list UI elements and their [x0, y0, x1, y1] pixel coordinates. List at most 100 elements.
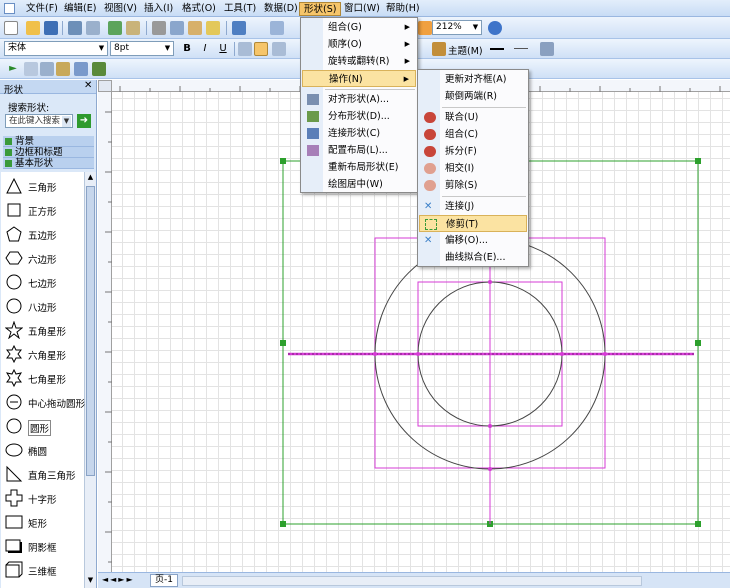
shape-item-heptagon[interactable]: 七边形 — [0, 270, 84, 294]
menu-help[interactable]: 帮助(H) — [382, 2, 424, 16]
shape-item-cross[interactable]: 十字形 — [0, 486, 84, 510]
stencil-background[interactable]: 背景 — [3, 136, 94, 147]
menu-item-offset[interactable]: ✕ 偏移(O)... — [419, 232, 527, 249]
spelling-icon[interactable] — [108, 21, 122, 35]
research-icon[interactable] — [126, 21, 140, 35]
menu-item-order[interactable]: 顺序(O) ▶ — [302, 36, 416, 53]
italic-icon[interactable]: I — [198, 42, 212, 56]
bold-icon[interactable]: B — [180, 42, 194, 56]
menu-item-operations[interactable]: 操作(N) ▶ — [302, 70, 416, 87]
align-right-icon[interactable] — [272, 42, 286, 56]
connector-tool-icon[interactable] — [40, 62, 54, 76]
shape-item-shadow-box[interactable]: 阴影框 — [0, 534, 84, 558]
ellipse-icon — [5, 443, 23, 457]
menu-item-reverse-ends[interactable]: 颠倒两端(R) — [419, 88, 527, 105]
stencil-basic-shapes[interactable]: 基本形状 — [3, 158, 94, 169]
align-left-icon[interactable] — [238, 42, 252, 56]
shape-item-seven-point-star[interactable]: 七角星形 — [0, 366, 84, 390]
search-go-icon[interactable]: ➜ — [77, 114, 91, 128]
menu-format[interactable]: 格式(O) — [178, 2, 220, 16]
menu-insert[interactable]: 插入(I) — [140, 2, 177, 16]
menu-item-configure-layout[interactable]: 配置布局(L)... — [302, 142, 416, 159]
app-icon[interactable] — [4, 3, 15, 14]
menu-file[interactable]: 文件(F) — [22, 2, 62, 16]
menu-item-update-alignment-box[interactable]: 更新对齐框(A) — [419, 71, 527, 88]
menu-item-fit-curve[interactable]: 曲线拟合(E)... — [419, 249, 527, 266]
undo-icon[interactable] — [232, 21, 246, 35]
shape-item-center-drag-circle[interactable]: 中心拖动圆形 — [0, 390, 85, 414]
menu-window[interactable]: 窗口(W) — [340, 2, 384, 16]
underline-icon[interactable]: U — [216, 42, 230, 56]
page-tab[interactable]: 页-1 — [150, 574, 178, 587]
save-icon[interactable] — [44, 21, 58, 35]
zoom-combo[interactable]: 212% ▼ — [432, 20, 482, 35]
close-icon[interactable]: ✕ — [84, 80, 92, 91]
shape-item-octagon[interactable]: 八边形 — [0, 294, 84, 318]
shape-item-right-triangle[interactable]: 直角三角形 — [0, 462, 84, 486]
shape-item-hexagon[interactable]: 六边形 — [0, 246, 84, 270]
cut-icon[interactable] — [152, 21, 166, 35]
new-icon[interactable] — [4, 21, 18, 35]
pencil-tool-icon[interactable] — [92, 62, 106, 76]
shape-item-six-point-star[interactable]: 六角星形 — [0, 342, 84, 366]
align-center-icon[interactable] — [254, 42, 268, 56]
menu-data[interactable]: 数据(D) — [260, 2, 302, 16]
menu-item-align-shapes[interactable]: 对齐形状(A)... — [302, 91, 416, 108]
menu-item-combine[interactable]: 组合(C) — [419, 126, 527, 143]
print-preview-icon[interactable] — [86, 21, 100, 35]
paste-icon[interactable] — [188, 21, 202, 35]
scroll-thumb[interactable] — [86, 186, 95, 476]
scroll-up-icon[interactable]: ▲ — [86, 173, 95, 183]
shape-item-circle[interactable]: 圆形 — [0, 414, 84, 438]
theme-icon[interactable] — [432, 42, 446, 56]
menu-view[interactable]: 视图(V) — [100, 2, 141, 16]
stamp-tool-icon[interactable] — [74, 62, 88, 76]
menu-item-subtract[interactable]: 剪除(S) — [419, 177, 527, 194]
font-size-combo[interactable]: 8pt ▼ — [110, 41, 174, 56]
panel-title: 形状 — [4, 85, 24, 96]
line-weight-icon[interactable] — [490, 42, 504, 56]
shape-item-five-point-star[interactable]: 五角星形 — [0, 318, 84, 342]
menu-item-relayout-shapes[interactable]: 重新布局形状(E) — [302, 159, 416, 176]
menu-edit[interactable]: 编辑(E) — [60, 2, 100, 16]
horizontal-scrollbar[interactable] — [182, 576, 642, 586]
menu-item-distribute-shapes[interactable]: 分布形状(D)... — [302, 108, 416, 125]
copy-icon[interactable] — [170, 21, 184, 35]
font-name-combo[interactable]: 宋体 ▼ — [4, 41, 108, 56]
menu-item-connect-shapes[interactable]: 连接形状(C) — [302, 125, 416, 142]
menu-item-union[interactable]: 联合(U) — [419, 109, 527, 126]
shape-item-square[interactable]: 正方形 — [0, 198, 84, 222]
help-icon[interactable] — [488, 21, 502, 35]
menu-item-rotate-flip[interactable]: 旋转或翻转(R) ▶ — [302, 53, 416, 70]
chevron-down-icon: ▼ — [62, 116, 71, 127]
shape-item-pentagon[interactable]: 五边形 — [0, 222, 84, 246]
shape-item-triangle[interactable]: 三角形 — [0, 174, 84, 198]
play-icon[interactable]: ► — [6, 62, 20, 76]
shape-item-ellipse[interactable]: 椭圆 — [0, 438, 84, 462]
print-icon[interactable] — [68, 21, 82, 35]
line-ends-icon[interactable] — [540, 42, 554, 56]
theme-button[interactable]: 主题(M) — [448, 43, 483, 57]
page-navigation-icon[interactable]: ◄◄►► — [102, 575, 135, 584]
zoom-icon[interactable] — [418, 21, 432, 35]
menu-item-trim[interactable]: 修剪(T) — [419, 215, 527, 232]
redo-icon[interactable] — [270, 21, 284, 35]
shape-item-3d-box[interactable]: 三维框 — [0, 558, 84, 582]
menu-item-group[interactable]: 组合(G) ▶ — [302, 19, 416, 36]
menu-item-join[interactable]: ✕ 连接(J) — [419, 198, 527, 215]
open-icon[interactable] — [26, 21, 40, 35]
text-tool-icon[interactable] — [56, 62, 70, 76]
pointer-tool-icon[interactable] — [24, 62, 38, 76]
menu-item-center-drawing[interactable]: 绘图居中(W) — [302, 176, 416, 193]
menu-shape[interactable]: 形状(S) — [299, 2, 342, 16]
scroll-down-icon[interactable]: ▼ — [86, 576, 95, 586]
stencil-borders-titles[interactable]: 边框和标题 — [3, 147, 94, 158]
search-input[interactable]: 在此键入搜索 ▼ — [5, 114, 73, 128]
line-pattern-icon[interactable] — [514, 42, 528, 56]
shapes-scrollbar[interactable]: ▲ ▼ — [84, 172, 96, 588]
format-painter-icon[interactable] — [206, 21, 220, 35]
shape-item-rectangle[interactable]: 矩形 — [0, 510, 84, 534]
menu-item-intersect[interactable]: 相交(I) — [419, 160, 527, 177]
menu-tools[interactable]: 工具(T) — [220, 2, 260, 16]
menu-item-fragment[interactable]: 拆分(F) — [419, 143, 527, 160]
